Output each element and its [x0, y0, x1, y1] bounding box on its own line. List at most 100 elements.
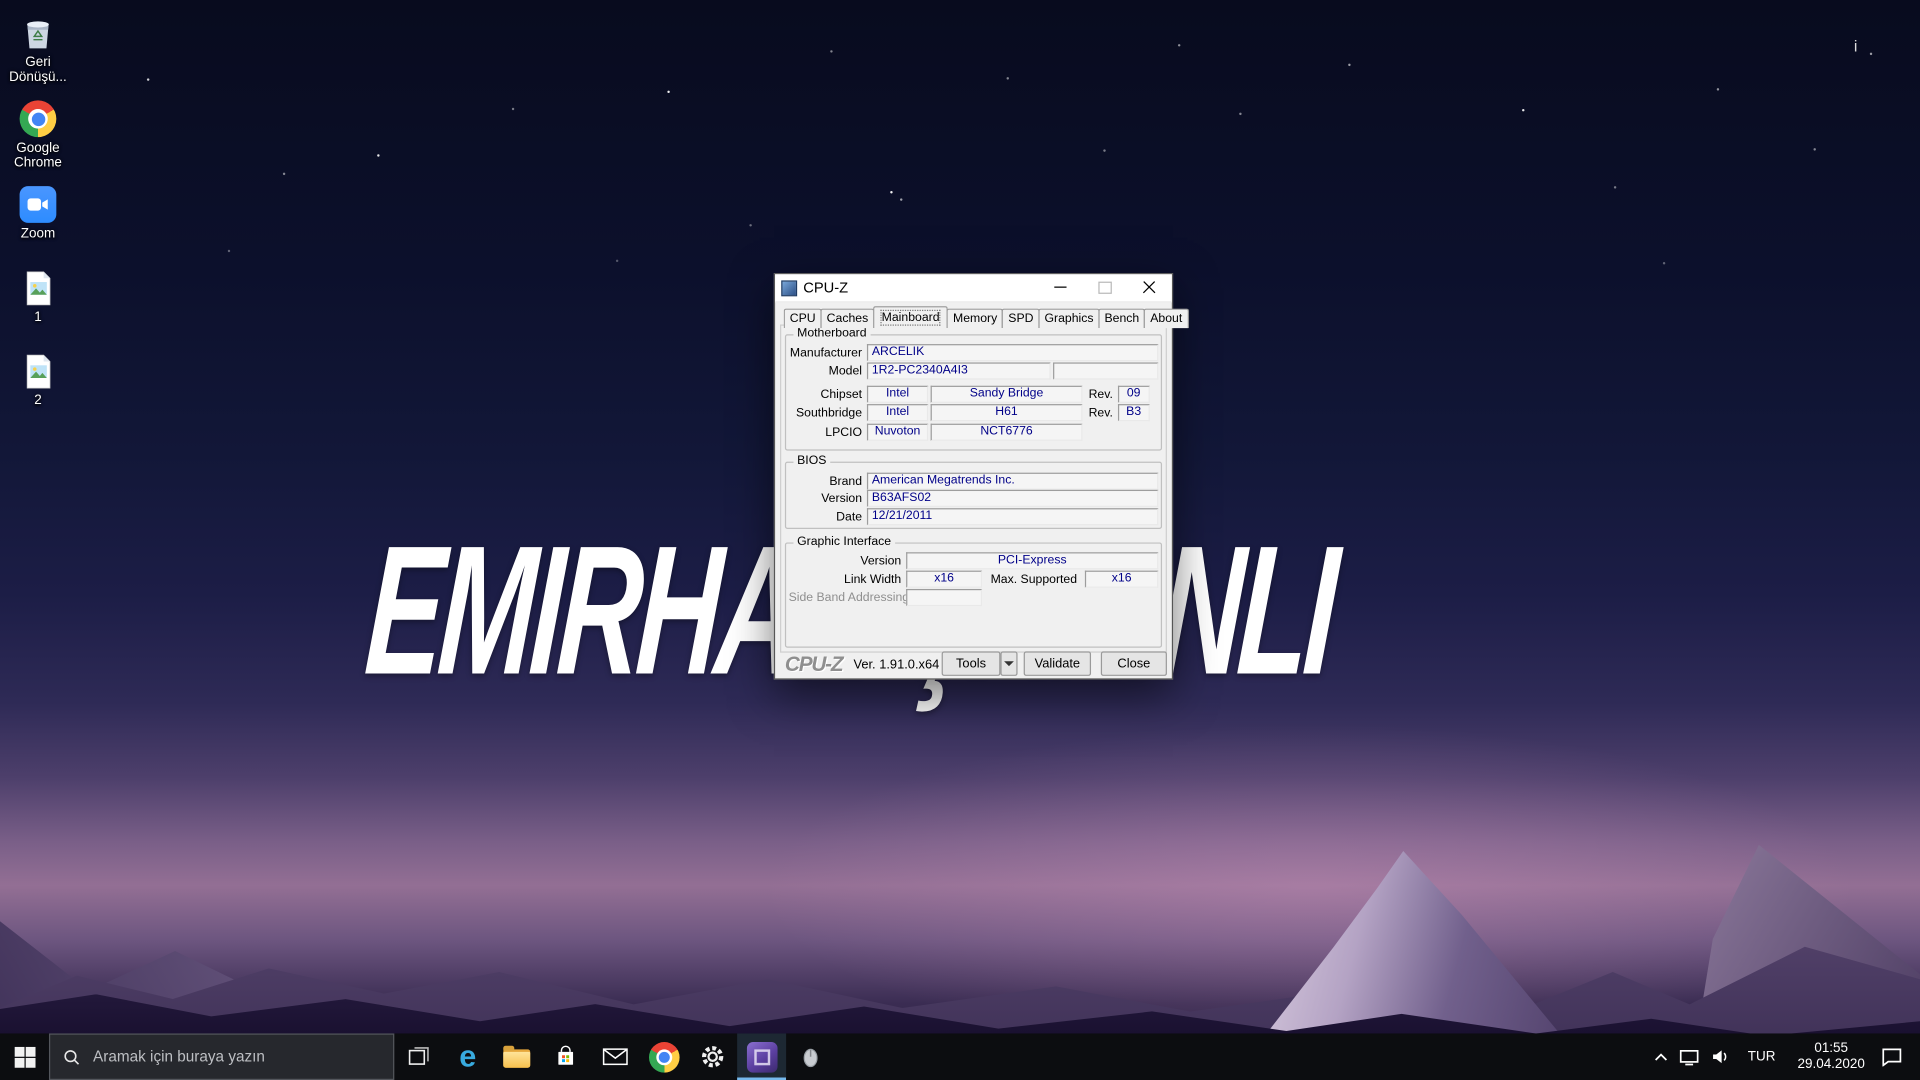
tools-dropdown-button[interactable] — [1000, 651, 1017, 675]
taskbar: e — [0, 1033, 1920, 1080]
bios-date-field: 12/21/2011 — [867, 508, 1158, 525]
tab-spd[interactable]: SPD — [1002, 309, 1039, 329]
chipset-label: Chipset — [789, 388, 862, 401]
lpcio-vendor-field: Nuvoton — [867, 424, 928, 441]
clock-date: 29.04.2020 — [1797, 1057, 1864, 1073]
chipset-name-field: Sandy Bridge — [931, 386, 1083, 403]
chipset-rev-label: Rev. — [1089, 388, 1113, 401]
validate-button[interactable]: Validate — [1024, 651, 1091, 675]
desktop-icon-google-chrome[interactable]: Google Chrome — [2, 98, 73, 170]
max-supported-label: Max. Supported — [991, 572, 1077, 585]
group-label: Motherboard — [793, 327, 870, 340]
microsoft-store-button[interactable] — [541, 1033, 590, 1080]
lpcio-label: LPCIO — [789, 426, 862, 439]
desktop-icon-recycle-bin[interactable]: Geri Dönüşü... — [2, 12, 73, 84]
task-view-icon — [407, 1044, 431, 1068]
desktop-icon-zoom[interactable]: Zoom — [2, 184, 73, 242]
task-view-button[interactable] — [394, 1033, 443, 1080]
clock-time: 01:55 — [1797, 1041, 1864, 1057]
volume-tray-button[interactable] — [1711, 1048, 1731, 1065]
network-tray-button[interactable] — [1679, 1048, 1700, 1066]
southbridge-vendor-field: Intel — [867, 404, 928, 421]
window-footer: CPU-Z Ver. 1.91.0.x64 Tools Validate Clo… — [775, 651, 1172, 678]
wallpaper-stars — [0, 0, 2, 2]
bios-version-field: B63AFS02 — [867, 490, 1158, 507]
gi-version-label: Version — [789, 554, 902, 567]
side-band-label: Side Band Addressing — [789, 591, 902, 604]
desktop-icon-image-1[interactable]: 1 — [2, 267, 73, 325]
microsoft-store-icon — [553, 1044, 577, 1068]
group-motherboard: Motherboard Manufacturer ARCELIK Model 1… — [785, 334, 1162, 450]
recycle-bin-icon — [2, 12, 73, 51]
cpuz-taskbar-button[interactable] — [737, 1033, 786, 1080]
chevron-down-icon — [1004, 661, 1014, 666]
zoom-icon — [2, 184, 73, 223]
language-indicator[interactable]: TUR — [1742, 1049, 1782, 1064]
window-title: CPU-Z — [803, 279, 848, 296]
brand-label: Brand — [789, 474, 862, 487]
side-band-field — [906, 589, 982, 606]
search-input[interactable] — [91, 1047, 381, 1067]
maximize-button — [1082, 274, 1126, 300]
clock[interactable]: 01:55 29.04.2020 — [1793, 1041, 1870, 1073]
file-explorer-icon — [503, 1049, 530, 1067]
link-width-label: Link Width — [789, 572, 902, 585]
southbridge-rev-label: Rev. — [1089, 406, 1113, 419]
system-tray: TUR 01:55 29.04.2020 — [1655, 1033, 1920, 1080]
gear-icon — [699, 1043, 726, 1070]
tab-caches[interactable]: Caches — [821, 309, 875, 329]
row-lpcio: LPCIO Nuvoton NCT6776 — [789, 424, 1159, 441]
mail-icon — [602, 1047, 628, 1067]
file-explorer-button[interactable] — [492, 1033, 541, 1080]
action-center-icon — [1881, 1047, 1903, 1067]
tab-mainboard[interactable]: Mainboard — [873, 306, 948, 328]
tools-button[interactable]: Tools — [942, 651, 1001, 675]
chevron-up-icon — [1655, 1052, 1668, 1061]
image-file-icon — [2, 350, 73, 389]
bios-date-label: Date — [789, 510, 862, 523]
row-manufacturer: Manufacturer ARCELIK — [789, 344, 1159, 361]
tab-cpu[interactable]: CPU — [784, 309, 822, 329]
tab-bench[interactable]: Bench — [1098, 309, 1145, 329]
screen: EMIRHAN ŞAHINLI i Geri Dönüşü... Google … — [0, 0, 1920, 1080]
system-app-button[interactable] — [786, 1033, 835, 1080]
desktop-icon-label: Google Chrome — [2, 141, 73, 170]
action-center-button[interactable] — [1881, 1047, 1903, 1067]
model-field-2 — [1053, 362, 1158, 379]
southbridge-name-field: H61 — [931, 404, 1083, 421]
edge-button[interactable]: e — [443, 1033, 492, 1080]
link-width-field: x16 — [906, 571, 982, 588]
group-label: Graphic Interface — [793, 535, 894, 548]
row-gi-side-band: Side Band Addressing — [789, 589, 1159, 606]
row-gi-link-width: Link Width x16 Max. Supported x16 — [789, 571, 1159, 588]
close-icon[interactable] — [1127, 274, 1171, 300]
chrome-button[interactable] — [639, 1033, 688, 1080]
title-bar[interactable]: CPU-Z — [775, 274, 1172, 302]
southbridge-label: Southbridge — [789, 406, 862, 419]
mail-button[interactable] — [590, 1033, 639, 1080]
cpuz-window: CPU-Z CPU Caches Mainboard Memory SPD Gr… — [774, 273, 1173, 680]
close-button[interactable]: Close — [1101, 651, 1167, 675]
tab-about[interactable]: About — [1144, 309, 1188, 329]
max-supported-field: x16 — [1085, 571, 1158, 588]
taskbar-search[interactable] — [49, 1033, 394, 1080]
row-bios-version: Version B63AFS02 — [789, 490, 1159, 507]
cpuz-app-icon — [781, 280, 797, 296]
tab-memory[interactable]: Memory — [947, 309, 1003, 329]
search-icon — [62, 1048, 80, 1066]
start-button[interactable] — [0, 1033, 49, 1080]
system-app-icon — [798, 1044, 822, 1068]
edge-icon: e — [459, 1041, 476, 1072]
minimize-button[interactable] — [1038, 274, 1082, 300]
manufacturer-label: Manufacturer — [789, 346, 862, 359]
lpcio-name-field: NCT6776 — [931, 424, 1083, 441]
speaker-icon — [1711, 1048, 1731, 1065]
tab-strip: CPU Caches Mainboard Memory SPD Graphics… — [784, 306, 1187, 328]
settings-button[interactable] — [688, 1033, 737, 1080]
tray-expand-button[interactable] — [1655, 1052, 1668, 1061]
cpuz-icon — [746, 1041, 777, 1072]
desktop-icon-image-2[interactable]: 2 — [2, 350, 73, 408]
manufacturer-field: ARCELIK — [867, 344, 1158, 361]
group-bios: BIOS Brand American Megatrends Inc. Vers… — [785, 462, 1162, 529]
tab-graphics[interactable]: Graphics — [1038, 309, 1099, 329]
